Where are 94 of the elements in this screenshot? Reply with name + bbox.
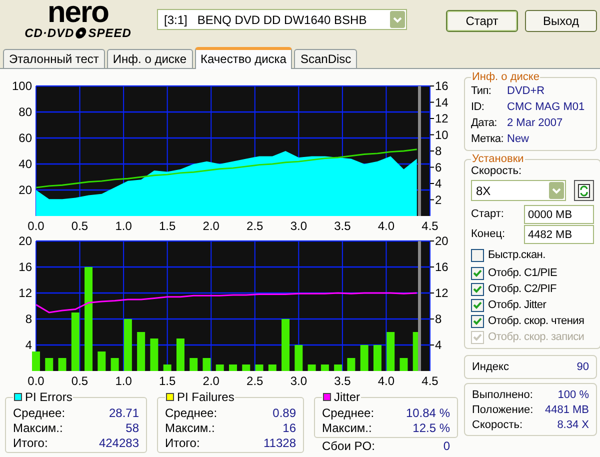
- axis-label: 1.5: [159, 374, 176, 388]
- info-value: 2 Mar 2007: [507, 116, 563, 131]
- logo-text: nero: [47, 0, 108, 26]
- logo-text: CD·DVD: [24, 26, 74, 40]
- axis-label: 1.0: [115, 374, 132, 388]
- checkbox-label: Отобр. скор. записи: [488, 330, 584, 345]
- speed-label: Скорость:: [471, 165, 523, 178]
- axis-label: 1.0: [115, 219, 132, 232]
- axis-label: 8: [435, 312, 442, 326]
- progress-label: Выполнено:: [472, 388, 533, 403]
- stat-value: 0.89: [272, 406, 296, 421]
- legend-title: PI Failures: [177, 389, 234, 406]
- axis-label: 2.0: [202, 374, 220, 388]
- axis-label: 3.0: [290, 219, 307, 232]
- axis-label: 4.0: [378, 219, 395, 232]
- stat-value: 58: [126, 421, 139, 436]
- stat-label: Максим.:: [322, 421, 372, 436]
- axis-label: 4.5: [422, 219, 438, 232]
- stat-value: 12.5 %: [412, 421, 450, 436]
- progress-label: Скорость:: [472, 418, 523, 433]
- stat-label: Максим.:: [165, 421, 215, 436]
- stat-value: 424283: [98, 436, 139, 451]
- axis-label: 0.5: [71, 219, 88, 232]
- info-label: Метка:: [471, 132, 505, 147]
- axis-label: 12: [435, 286, 448, 300]
- legend-title: Jitter: [334, 389, 360, 406]
- stat-value: 10.84 %: [406, 406, 450, 421]
- axis-label: 16: [18, 260, 32, 274]
- info-value: CMC MAG M01: [507, 100, 585, 115]
- start-label: Старт:: [471, 207, 504, 222]
- axis-label: 2.5: [246, 219, 264, 232]
- axis-label: 4: [25, 338, 32, 352]
- axis-label: 12: [18, 286, 32, 300]
- legend-title: PI Errors: [25, 389, 72, 406]
- axis-label: 14: [435, 95, 448, 110]
- stat-label: Среднее:: [13, 406, 66, 421]
- stat-value: 16: [282, 421, 296, 436]
- group-title: Установки: [471, 153, 525, 165]
- info-label: Дата:: [471, 116, 498, 131]
- axis-label: 20: [18, 234, 32, 248]
- stat-label: Максим.:: [13, 421, 63, 436]
- axis-label: 20: [435, 234, 448, 248]
- info-label: Тип:: [471, 84, 492, 99]
- checkbox-label: Отобр. Jitter: [488, 298, 546, 313]
- axis-label: 3.5: [334, 219, 351, 232]
- info-value: New: [507, 132, 530, 147]
- axis-label: 2.0: [202, 219, 220, 232]
- axis-label: 60: [18, 131, 32, 145]
- logo-text: SPEED: [88, 26, 132, 40]
- progress-label: Положение:: [472, 403, 534, 418]
- axis-label: 20: [18, 183, 32, 197]
- info-value: DVD+R: [507, 84, 545, 99]
- axis-label: 0.0: [28, 219, 44, 232]
- stat-label: Среднее:: [165, 406, 218, 421]
- stat-label: Итого:: [165, 436, 200, 451]
- progress-value: 100 %: [558, 388, 589, 403]
- axis-label: 3.0: [290, 374, 307, 388]
- stat-value: 0: [443, 439, 450, 454]
- axis-label: 12: [435, 112, 448, 126]
- axis-label: 4: [435, 176, 442, 190]
- stat-label: Сбои PO:: [322, 439, 375, 454]
- axis-label: 0.5: [71, 374, 88, 388]
- axis-label: 4: [435, 338, 442, 352]
- axis-label: 3.5: [334, 374, 351, 388]
- index-value: 90: [576, 360, 589, 375]
- index-label: Индекс: [472, 360, 509, 375]
- axis-label: 4.5: [422, 374, 438, 388]
- axis-label: 10: [435, 128, 448, 142]
- axis-label: 0.0: [28, 374, 44, 388]
- progress-value: 8.34 X: [557, 418, 589, 433]
- checkbox-label: Быстр.скан.: [488, 248, 546, 263]
- axis-label: 6: [435, 160, 442, 174]
- axis-label: 8: [435, 144, 442, 158]
- end-label: Конец:: [471, 227, 506, 242]
- axis-label: 2: [435, 192, 442, 207]
- axis-label: 16: [435, 79, 448, 93]
- axis-label: 16: [435, 260, 448, 274]
- stat-value: 11328: [264, 436, 296, 451]
- info-label: ID:: [471, 100, 486, 115]
- progress-value: 4481 MB: [544, 403, 589, 418]
- group-title: Инф. о диске: [471, 71, 540, 83]
- stat-label: Среднее:: [322, 406, 374, 421]
- stat-label: Итого:: [13, 436, 48, 451]
- stat-value: 28.71: [108, 406, 139, 421]
- axis-label: 8: [25, 312, 32, 326]
- axis-label: 4.0: [378, 374, 395, 388]
- checkbox-label: Отобр. C2/PIF: [488, 282, 556, 297]
- axis-label: 1.5: [159, 219, 176, 232]
- checkbox-label: Отобр. C1/PIE: [488, 266, 558, 281]
- axis-label: 40: [18, 157, 32, 171]
- checkbox-label: Отобр. скор. чтения: [488, 314, 584, 329]
- axis-label: 100: [12, 79, 32, 93]
- axis-label: 80: [18, 105, 32, 119]
- axis-label: 2.5: [246, 374, 264, 388]
